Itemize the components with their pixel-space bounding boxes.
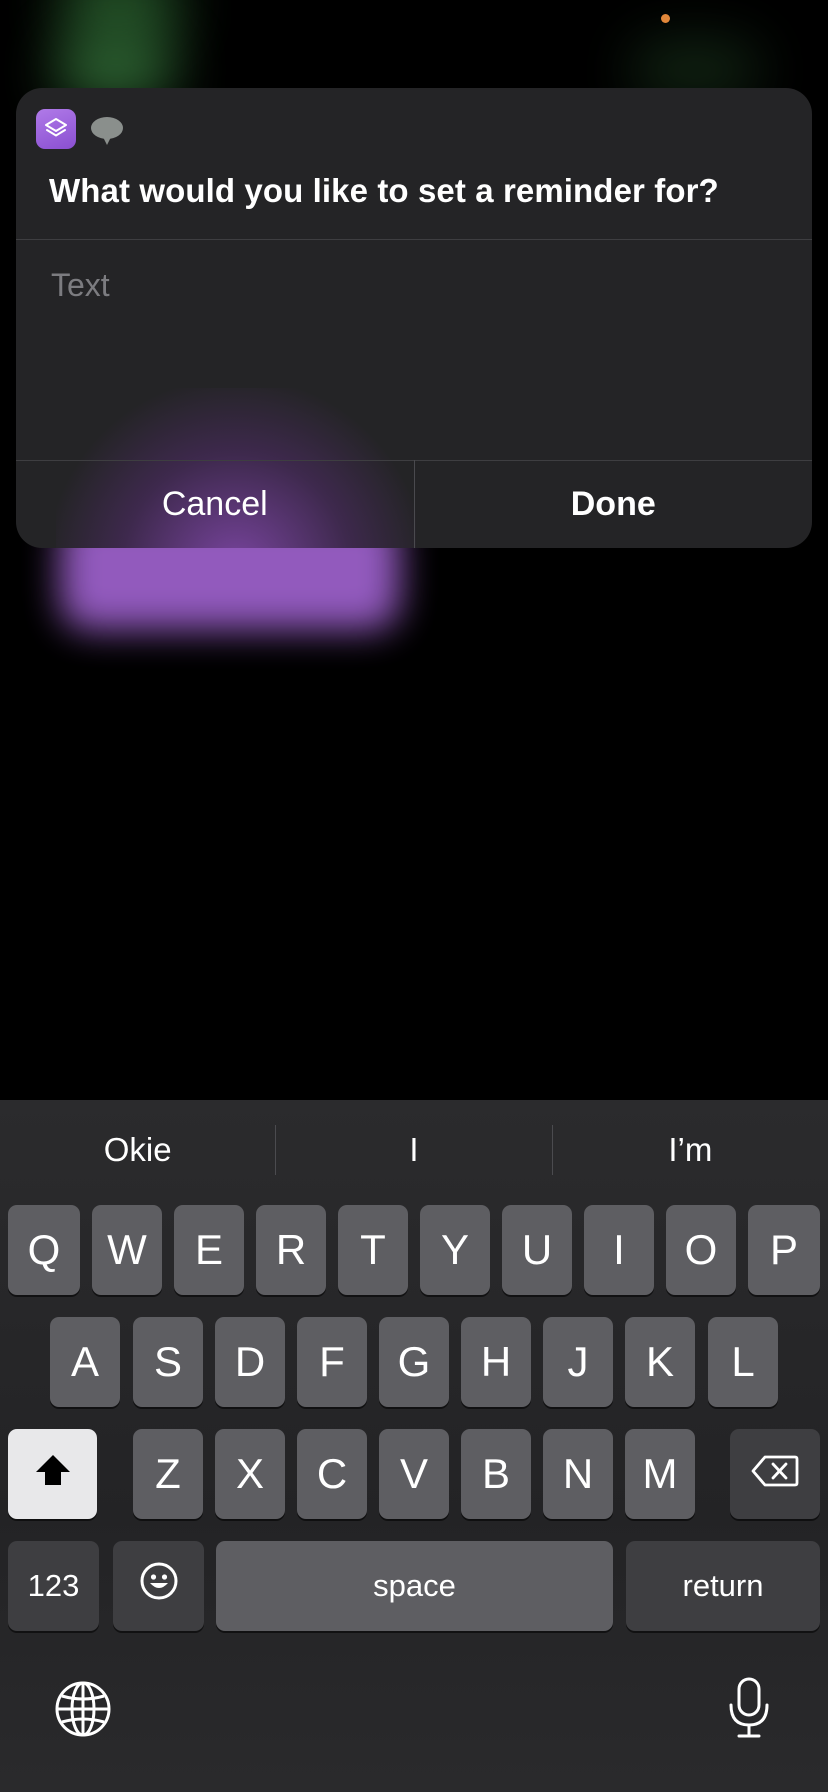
- key-a[interactable]: A: [50, 1317, 120, 1407]
- key-x[interactable]: X: [215, 1429, 285, 1519]
- key-z[interactable]: Z: [133, 1429, 203, 1519]
- done-button[interactable]: Done: [415, 460, 813, 548]
- key-c[interactable]: C: [297, 1429, 367, 1519]
- key-q[interactable]: Q: [8, 1205, 80, 1295]
- suggestion-item[interactable]: I’m: [553, 1131, 828, 1169]
- key-p[interactable]: P: [748, 1205, 820, 1295]
- key-w[interactable]: W: [92, 1205, 162, 1295]
- space-key[interactable]: space: [216, 1541, 613, 1631]
- key-b[interactable]: B: [461, 1429, 531, 1519]
- key-j[interactable]: J: [543, 1317, 613, 1407]
- divider: [16, 239, 812, 240]
- shift-icon: [33, 1450, 73, 1498]
- emoji-icon: [140, 1562, 178, 1610]
- key-k[interactable]: K: [625, 1317, 695, 1407]
- cancel-button[interactable]: Cancel: [16, 460, 414, 548]
- return-key[interactable]: return: [626, 1541, 820, 1631]
- key-i[interactable]: I: [584, 1205, 654, 1295]
- emoji-key[interactable]: [113, 1541, 204, 1631]
- privacy-indicator-dot: [661, 14, 670, 23]
- key-y[interactable]: Y: [420, 1205, 490, 1295]
- suggestion-item[interactable]: I: [276, 1131, 551, 1169]
- key-o[interactable]: O: [666, 1205, 736, 1295]
- microphone-icon: [727, 1677, 771, 1744]
- shortcuts-icon: [36, 109, 76, 149]
- predictive-bar: Okie I I’m: [0, 1100, 828, 1200]
- ask-for-input-dialog: What would you like to set a reminder fo…: [16, 88, 812, 548]
- speech-bubble-icon: [90, 116, 124, 146]
- suggestion-item[interactable]: Okie: [0, 1131, 275, 1169]
- shift-key[interactable]: [8, 1429, 97, 1519]
- key-s[interactable]: S: [133, 1317, 203, 1407]
- key-n[interactable]: N: [543, 1429, 613, 1519]
- globe-button[interactable]: [50, 1678, 116, 1744]
- key-e[interactable]: E: [174, 1205, 244, 1295]
- key-l[interactable]: L: [708, 1317, 778, 1407]
- numbers-key[interactable]: 123: [8, 1541, 99, 1631]
- keyboard: Okie I I’m Q W E R T Y U I O P A S D F G…: [0, 1100, 828, 1792]
- globe-icon: [54, 1680, 112, 1743]
- key-h[interactable]: H: [461, 1317, 531, 1407]
- delete-key[interactable]: [730, 1429, 820, 1519]
- dictation-button[interactable]: [720, 1672, 778, 1748]
- key-g[interactable]: G: [379, 1317, 449, 1407]
- key-t[interactable]: T: [338, 1205, 408, 1295]
- dialog-title: What would you like to set a reminder fo…: [49, 172, 719, 209]
- key-r[interactable]: R: [256, 1205, 326, 1295]
- delete-icon: [751, 1450, 799, 1498]
- key-v[interactable]: V: [379, 1429, 449, 1519]
- dialog-button-row: Cancel Done: [16, 460, 812, 548]
- key-d[interactable]: D: [215, 1317, 285, 1407]
- key-m[interactable]: M: [625, 1429, 695, 1519]
- reminder-text-input[interactable]: [49, 254, 783, 316]
- key-u[interactable]: U: [502, 1205, 572, 1295]
- key-f[interactable]: F: [297, 1317, 367, 1407]
